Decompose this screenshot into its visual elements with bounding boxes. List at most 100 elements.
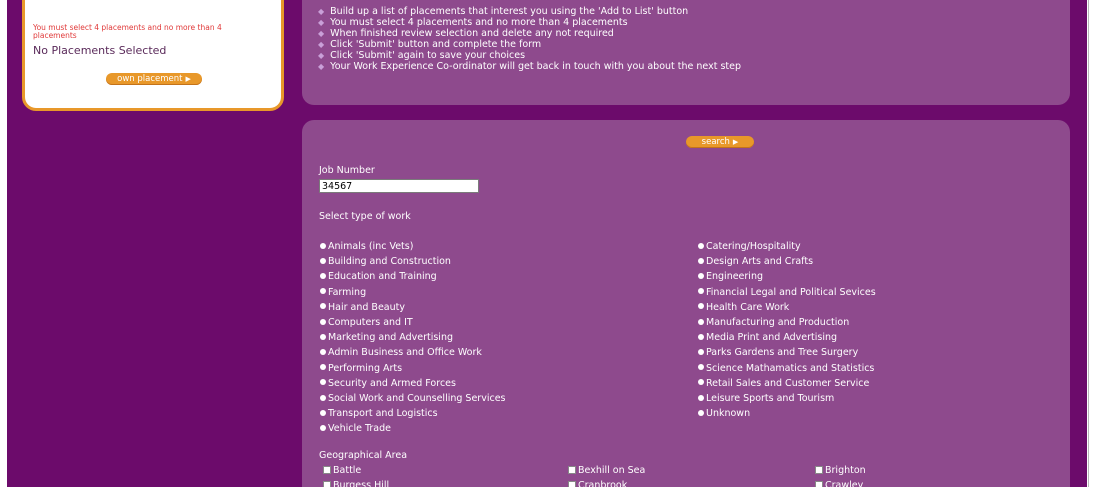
- search-button[interactable]: search ▶: [686, 136, 754, 148]
- instruction-text: Build up a list of placements that inter…: [330, 6, 689, 17]
- work-type-option[interactable]: Hair and Beauty: [320, 302, 405, 314]
- radio-button[interactable]: [320, 348, 326, 355]
- radio-button[interactable]: [698, 409, 704, 416]
- work-type-option[interactable]: Manufacturing and Production: [698, 317, 849, 329]
- instruction-item: ◆ Click 'Submit' again to save your choic…: [318, 50, 525, 61]
- work-type-option[interactable]: Leisure Sports and Tourism: [698, 393, 834, 405]
- work-type-option[interactable]: Transport and Logistics: [320, 408, 438, 420]
- radio-button[interactable]: [320, 409, 326, 416]
- radio-button[interactable]: [698, 272, 704, 279]
- radio-button[interactable]: [320, 288, 326, 295]
- work-type-label: Engineering: [706, 271, 763, 283]
- radio-button[interactable]: [320, 257, 326, 264]
- instruction-text: Your Work Experience Co-ordinator will g…: [330, 61, 742, 72]
- radio-button[interactable]: [320, 272, 326, 279]
- work-type-option[interactable]: Security and Armed Forces: [320, 378, 456, 390]
- instruction-item: ◆ Build up a list of placements that inte…: [318, 6, 688, 17]
- geo-area-label: Burgess Hill: [333, 480, 390, 487]
- work-type-option[interactable]: Design Arts and Crafts: [698, 256, 813, 268]
- work-type-label: Retail Sales and Customer Service: [706, 377, 870, 389]
- radio-button[interactable]: [698, 348, 704, 355]
- checkbox[interactable]: [568, 480, 576, 487]
- checkbox[interactable]: [323, 480, 331, 487]
- instruction-text: You must select 4 placements and no more…: [330, 17, 628, 28]
- radio-button[interactable]: [320, 242, 326, 249]
- work-type-label: Design Arts and Crafts: [706, 256, 814, 268]
- work-type-label: Science Mathamatics and Statistics: [706, 362, 875, 374]
- radio-button[interactable]: [698, 394, 704, 401]
- geo-area-option[interactable]: Brighton: [815, 465, 866, 477]
- work-type-label: Catering/Hospitality: [706, 241, 801, 252]
- work-type-label: Hair and Beauty: [328, 301, 405, 313]
- work-type-option[interactable]: Vehicle Trade: [320, 423, 391, 435]
- radio-button[interactable]: [698, 379, 704, 386]
- arrow-right-icon: ▶: [732, 138, 739, 146]
- checkbox[interactable]: [815, 480, 823, 487]
- work-type-label: Media Print and Advertising: [706, 332, 838, 344]
- instruction-item: ◆ When finished review selection and dele…: [318, 28, 614, 39]
- bullet-diamond-icon: ◆: [318, 62, 325, 71]
- work-type-label: Security and Armed Forces: [328, 377, 456, 389]
- work-type-option[interactable]: Media Print and Advertising: [698, 332, 837, 344]
- instruction-text: Click 'Submit' again to save your choice…: [330, 50, 526, 61]
- work-type-option[interactable]: Parks Gardens and Tree Surgery: [698, 347, 858, 359]
- work-type-label: Transport and Logistics: [328, 408, 438, 420]
- geo-area-option[interactable]: Bexhill on Sea: [568, 465, 645, 477]
- own-placement-button[interactable]: own placement ▶: [106, 73, 202, 85]
- bullet-diamond-icon: ◆: [318, 29, 325, 38]
- radio-button[interactable]: [320, 318, 326, 325]
- radio-button[interactable]: [698, 242, 704, 249]
- radio-button[interactable]: [320, 303, 326, 310]
- geo-area-option[interactable]: Crawley: [815, 480, 863, 487]
- radio-button[interactable]: [320, 333, 326, 340]
- work-type-option[interactable]: Engineering: [698, 271, 763, 283]
- work-type-option[interactable]: Computers and IT: [320, 317, 413, 329]
- geo-area-option[interactable]: Cranbrook: [568, 480, 627, 487]
- radio-button[interactable]: [320, 379, 326, 386]
- page: You must select 4 placements and no more…: [0, 0, 1097, 487]
- work-type-label: Manufacturing and Production: [706, 317, 850, 328]
- radio-button[interactable]: [698, 333, 704, 340]
- search-button-label: search: [701, 137, 730, 147]
- radio-button[interactable]: [698, 303, 704, 310]
- work-type-option[interactable]: Education and Training: [320, 271, 437, 283]
- work-type-option[interactable]: Marketing and Advertising: [320, 332, 453, 344]
- geo-area-label: Bexhill on Sea: [578, 465, 646, 476]
- work-type-option[interactable]: Financial Legal and Political Sevices: [698, 287, 876, 299]
- work-type-option[interactable]: Health Care Work: [698, 302, 789, 314]
- radio-button[interactable]: [320, 364, 326, 371]
- work-type-option[interactable]: Admin Business and Office Work: [320, 347, 482, 359]
- radio-button[interactable]: [698, 257, 704, 264]
- radio-button[interactable]: [698, 288, 704, 295]
- work-type-label: Financial Legal and Political Sevices: [706, 286, 876, 298]
- work-type-option[interactable]: Unknown: [698, 408, 750, 420]
- work-type-option[interactable]: Farming: [320, 287, 366, 299]
- work-type-option[interactable]: Animals (inc Vets): [320, 241, 413, 253]
- work-type-label: Leisure Sports and Tourism: [706, 393, 835, 404]
- radio-button[interactable]: [320, 394, 326, 401]
- work-type-option[interactable]: Science Mathamatics and Statistics: [698, 363, 874, 375]
- checkbox[interactable]: [323, 465, 331, 474]
- work-type-label: Education and Training: [328, 271, 437, 283]
- radio-button[interactable]: [698, 364, 704, 371]
- geo-area-option[interactable]: Battle: [323, 465, 361, 477]
- bullet-diamond-icon: ◆: [318, 40, 325, 49]
- instruction-item: ◆ Click 'Submit' button and complete the …: [318, 39, 541, 50]
- work-type-option[interactable]: Social Work and Counselling Services: [320, 393, 506, 405]
- geo-area-option[interactable]: Burgess Hill: [323, 480, 389, 487]
- checkbox[interactable]: [568, 465, 576, 474]
- work-type-option[interactable]: Building and Construction: [320, 256, 451, 268]
- checkbox[interactable]: [815, 465, 823, 474]
- bullet-diamond-icon: ◆: [318, 51, 325, 60]
- radio-button[interactable]: [698, 318, 704, 325]
- instruction-item: ◆ Your Work Experience Co-ordinator will …: [318, 61, 741, 72]
- selection-warning: You must select 4 placements and no more…: [33, 23, 222, 40]
- geo-area-label: Brighton: [825, 465, 866, 476]
- work-type-option[interactable]: Retail Sales and Customer Service: [698, 378, 869, 390]
- work-type-option[interactable]: Performing Arts: [320, 363, 402, 375]
- job-number-input[interactable]: [319, 179, 479, 193]
- work-type-label: Animals (inc Vets): [328, 241, 414, 252]
- selection-status: No Placements Selected: [33, 44, 167, 57]
- work-type-option[interactable]: Catering/Hospitality: [698, 241, 801, 253]
- radio-button[interactable]: [320, 424, 326, 431]
